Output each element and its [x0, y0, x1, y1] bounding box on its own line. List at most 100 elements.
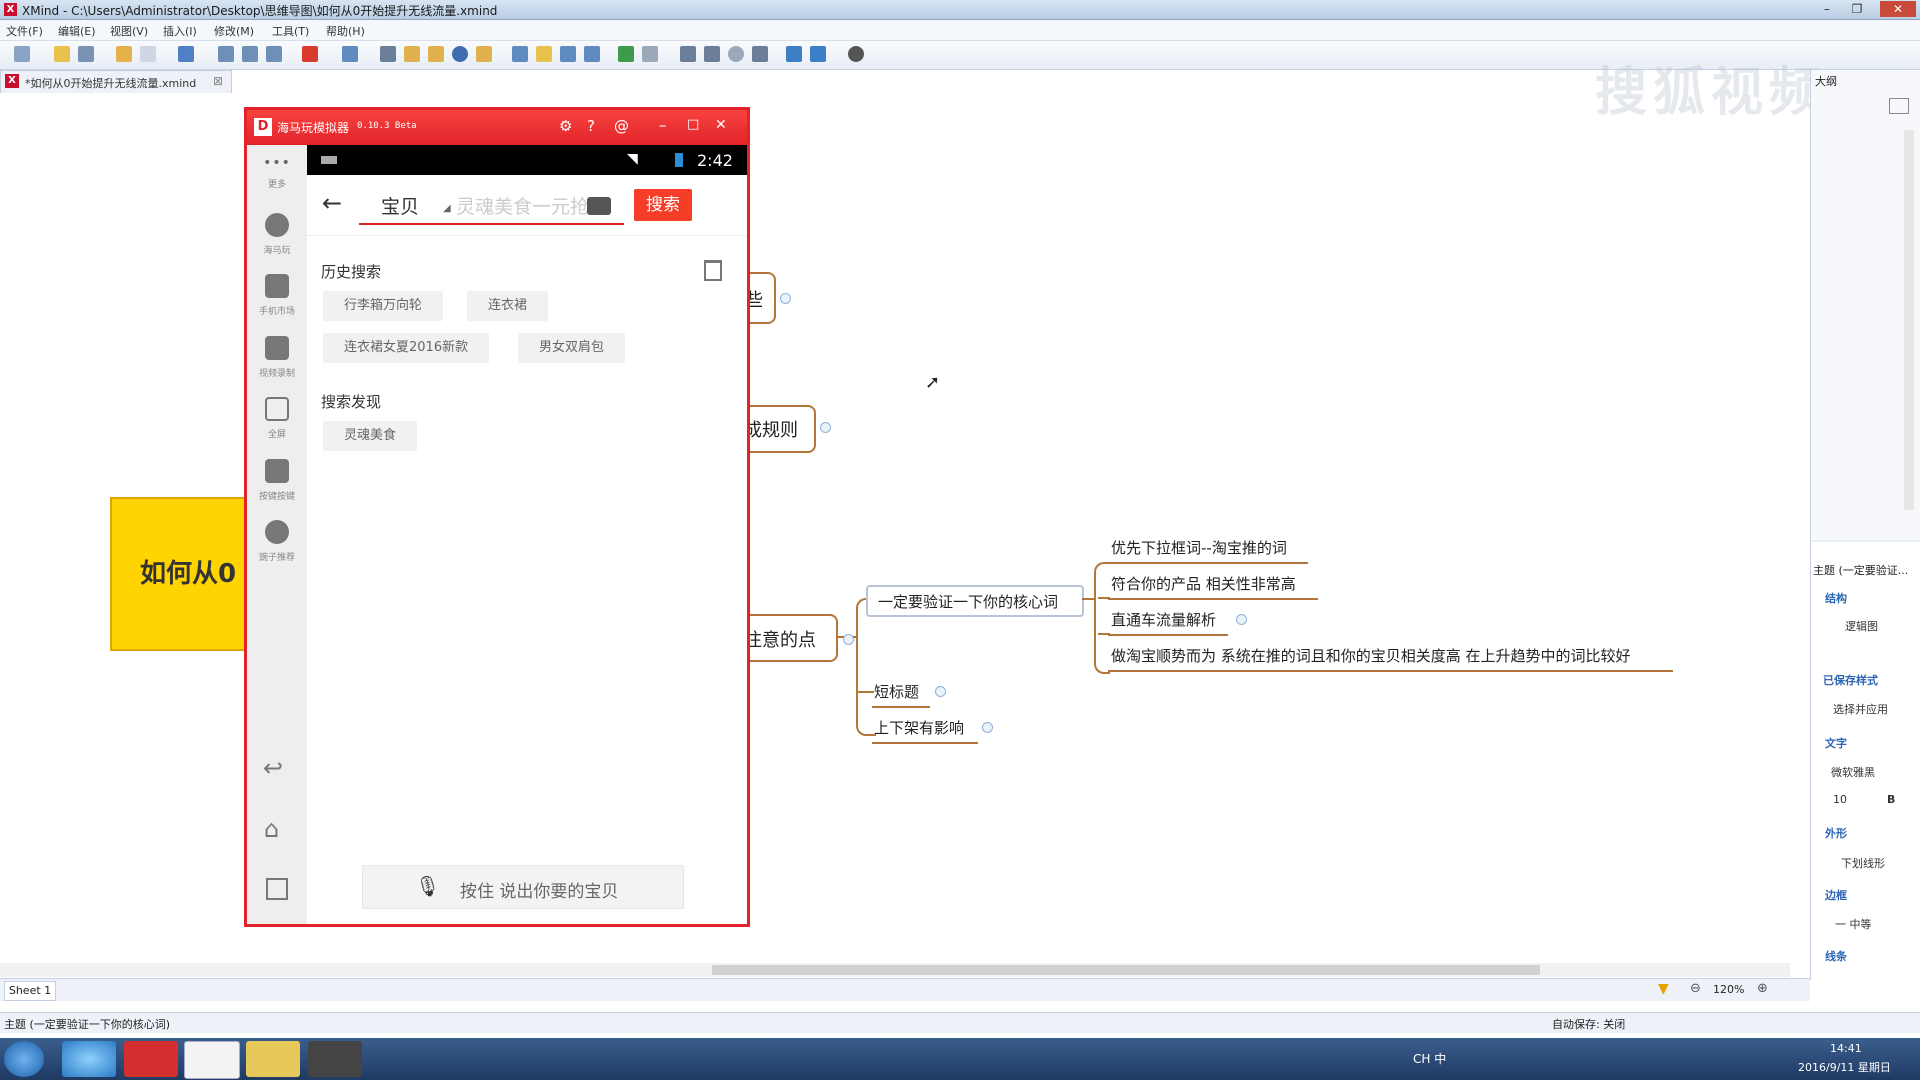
menu-modify[interactable]: 修改(M)	[214, 23, 254, 39]
help-icon[interactable]: ?	[587, 117, 595, 135]
input-language[interactable]: CH 中	[1413, 1050, 1446, 1067]
recent-apps-icon[interactable]	[266, 878, 288, 900]
clock-icon[interactable]	[728, 46, 744, 62]
sidebar-item-video-record[interactable]: 视频录制	[247, 336, 307, 379]
search-input[interactable]: 灵魂美食一元抢	[456, 192, 589, 219]
restore-icon[interactable]: ❐	[1845, 1, 1869, 17]
expand-icon[interactable]	[780, 293, 791, 304]
emulator-taskbar-icon[interactable]	[184, 1041, 240, 1079]
home-icon[interactable]: ⌂	[264, 815, 279, 843]
drill-down-icon[interactable]	[618, 46, 634, 62]
boundary-icon[interactable]	[512, 46, 528, 62]
close-icon[interactable]: ✕	[1880, 1, 1916, 17]
minimize-icon[interactable]: –	[659, 116, 667, 134]
structure-value[interactable]: 逻辑图	[1845, 618, 1878, 634]
undo-icon[interactable]	[116, 46, 132, 62]
emulator-window[interactable]: D 海马玩模拟器 0.10.3 Beta ⚙ ? @ – □ ✕ ••• 更多 …	[244, 107, 750, 927]
drill-up-icon[interactable]	[642, 46, 658, 62]
structure-icon[interactable]	[560, 46, 576, 62]
core-topic-box[interactable]: 一定要验证一下你的核心词	[866, 585, 1084, 617]
discover-chip[interactable]: 灵魂美食	[323, 421, 418, 451]
branch-topic-2[interactable]: 成规则	[744, 416, 798, 442]
search-button[interactable]: 搜索	[634, 189, 692, 221]
branch-topic-3[interactable]: 注意的点	[744, 626, 816, 652]
expand-icon[interactable]	[935, 686, 946, 697]
horizontal-scrollbar[interactable]	[0, 963, 1790, 977]
export-icon[interactable]	[810, 46, 826, 62]
image-icon[interactable]	[342, 46, 358, 62]
zoom-in-icon[interactable]: ⊕	[1757, 981, 1768, 996]
expand-icon[interactable]	[820, 422, 831, 433]
history-chip[interactable]: 连衣裙女夏2016新款	[323, 333, 490, 363]
outline-tab[interactable]: 大纲	[1815, 73, 1837, 89]
sidebar-item-market[interactable]: 手机市场	[247, 274, 307, 317]
document-tab[interactable]: X *如何从0开始提升无线流量.xmind ⊠	[0, 70, 232, 93]
back-arrow-icon[interactable]: ←	[322, 189, 342, 217]
gear-icon[interactable]: ⚙	[559, 117, 572, 135]
comment-icon[interactable]	[476, 46, 492, 62]
scrollbar-thumb[interactable]	[712, 965, 1540, 975]
xmind-taskbar-icon[interactable]	[124, 1041, 178, 1077]
child-topic[interactable]: 上下架有影响	[874, 717, 964, 738]
system-tray-icons[interactable]	[1460, 1050, 1760, 1066]
attachment-icon[interactable]	[380, 46, 396, 62]
menu-tools[interactable]: 工具(T)	[272, 23, 309, 39]
note-icon[interactable]	[428, 46, 444, 62]
saved-style-value[interactable]: 选择并应用	[1833, 701, 1888, 717]
font-size-input[interactable]: 10	[1833, 793, 1847, 806]
filter-icon[interactable]	[584, 46, 600, 62]
outline-view-icon[interactable]	[1889, 98, 1909, 114]
redo-icon[interactable]	[140, 46, 156, 62]
minimize-icon[interactable]: –	[1815, 1, 1839, 17]
bold-button[interactable]: B	[1887, 793, 1895, 806]
filter-icon[interactable]: ▼	[1658, 981, 1669, 997]
expand-icon[interactable]	[1236, 614, 1247, 625]
border-value[interactable]: 一 中等	[1835, 916, 1872, 932]
font-family-select[interactable]: 微软雅黑	[1831, 764, 1875, 780]
shape-value[interactable]: 下划线形	[1841, 855, 1885, 871]
sheet-tab[interactable]: Sheet 1	[4, 981, 56, 1001]
back-nav-icon[interactable]: ↩	[263, 754, 283, 782]
child-topic[interactable]: 直通车流量解析	[1111, 609, 1216, 630]
marker-icon[interactable]	[302, 46, 318, 62]
collapse-icon[interactable]	[843, 634, 854, 645]
zoom-out-icon[interactable]: ⊖	[1690, 981, 1701, 996]
menu-insert[interactable]: 插入(I)	[163, 23, 197, 39]
sidebar-item-fullscreen[interactable]: 全屏	[247, 397, 307, 440]
share-icon[interactable]	[786, 46, 802, 62]
search-category-dropdown[interactable]: 宝贝	[381, 192, 419, 219]
label-icon[interactable]	[404, 46, 420, 62]
menu-edit[interactable]: 编辑(E)	[58, 23, 96, 39]
hyperlink-icon[interactable]	[452, 46, 468, 62]
menu-help[interactable]: 帮助(H)	[326, 23, 365, 39]
history-chip[interactable]: 行李箱万向轮	[323, 291, 444, 321]
folder-taskbar-icon[interactable]	[246, 1041, 300, 1077]
start-button-icon[interactable]	[4, 1041, 44, 1077]
expand-icon[interactable]	[982, 722, 993, 733]
sidebar-item-more[interactable]: ••• 更多	[247, 155, 307, 190]
at-icon[interactable]: @	[614, 117, 629, 135]
history-chip[interactable]: 连衣裙	[467, 291, 549, 321]
close-icon[interactable]: ✕	[715, 117, 727, 133]
child-topic[interactable]: 做淘宝顺势而为 系统在推的词且和你的宝贝相关度高 在上升趋势中的词比较好	[1111, 645, 1631, 666]
open-icon[interactable]	[54, 46, 70, 62]
menu-file[interactable]: 文件(F)	[6, 23, 43, 39]
sidebar-item-keymap[interactable]: 按键按键	[247, 459, 307, 502]
ie-taskbar-icon[interactable]	[62, 1041, 116, 1077]
save-icon[interactable]	[78, 46, 94, 62]
relationship-icon[interactable]	[266, 46, 282, 62]
sidebar-item-recommend[interactable]: 豌子推荐	[247, 520, 307, 563]
outline-scrollbar[interactable]	[1904, 130, 1914, 510]
gantt-icon[interactable]	[704, 46, 720, 62]
recorder-taskbar-icon[interactable]	[308, 1041, 362, 1077]
summary-icon[interactable]	[536, 46, 552, 62]
presentation-icon[interactable]	[680, 46, 696, 62]
menu-view[interactable]: 视图(V)	[110, 23, 148, 39]
topic-icon[interactable]	[178, 46, 194, 62]
settings-gear-icon[interactable]	[848, 46, 864, 62]
callout-icon[interactable]	[242, 46, 258, 62]
child-topic[interactable]: 优先下拉框词--淘宝推的词	[1111, 537, 1287, 558]
zoom-icon[interactable]	[752, 46, 768, 62]
close-tab-icon[interactable]: ⊠	[213, 74, 223, 88]
subtopic-icon[interactable]	[218, 46, 234, 62]
